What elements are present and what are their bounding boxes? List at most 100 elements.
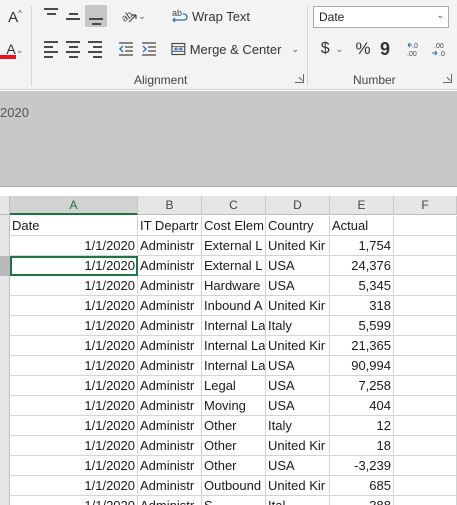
cell-actual[interactable]: 388 bbox=[330, 496, 394, 505]
cell-country[interactable]: USA bbox=[266, 356, 330, 376]
wrap-text-button[interactable]: ab Wrap Text bbox=[171, 5, 251, 27]
merge-center-button[interactable]: Merge & Center ⌄ bbox=[171, 38, 299, 60]
cell-it-department[interactable]: Administr bbox=[138, 256, 202, 276]
cell-f[interactable] bbox=[394, 296, 457, 316]
cell-date[interactable]: 1/1/2020 bbox=[10, 296, 138, 316]
cell-f[interactable] bbox=[394, 396, 457, 416]
cell-date[interactable]: 1/1/2020 bbox=[10, 376, 138, 396]
orientation-button[interactable]: ab ⌄ bbox=[116, 5, 150, 27]
worksheet-grid[interactable]: A B C D E F Date IT Departr Cost Elem Co… bbox=[0, 196, 457, 505]
cell-actual[interactable]: 1,754 bbox=[330, 236, 394, 256]
cell-country[interactable]: Italy bbox=[266, 316, 330, 336]
cell-date[interactable]: 1/1/2020 bbox=[10, 456, 138, 476]
cell-it-department[interactable]: Administr bbox=[138, 376, 202, 396]
cell-it-department[interactable]: Administr bbox=[138, 356, 202, 376]
row-header[interactable] bbox=[0, 296, 10, 316]
cell-actual[interactable]: 685 bbox=[330, 476, 394, 496]
cell-date[interactable]: 1/1/2020 bbox=[10, 356, 138, 376]
select-all-corner[interactable] bbox=[0, 196, 10, 215]
number-dialog-launcher-icon[interactable] bbox=[443, 74, 452, 83]
font-color-button[interactable]: A ⌄ bbox=[0, 38, 24, 60]
cell-date[interactable]: 1/1/2020 bbox=[10, 256, 138, 276]
cell-f[interactable] bbox=[394, 256, 457, 276]
row-header[interactable] bbox=[0, 356, 10, 376]
header-cell-date[interactable]: Date bbox=[10, 216, 138, 236]
cell-date[interactable]: 1/1/2020 bbox=[10, 436, 138, 456]
cell-it-department[interactable]: Administr bbox=[138, 336, 202, 356]
row-header[interactable] bbox=[0, 276, 10, 296]
cell-it-department[interactable]: Administr bbox=[138, 276, 202, 296]
cell-f[interactable] bbox=[394, 376, 457, 396]
cell-it-department[interactable]: Administr bbox=[138, 316, 202, 336]
cell-actual[interactable]: 318 bbox=[330, 296, 394, 316]
row-header[interactable] bbox=[0, 376, 10, 396]
row-header[interactable] bbox=[0, 456, 10, 476]
cell-it-department[interactable]: Administr bbox=[138, 416, 202, 436]
increase-indent-button[interactable] bbox=[139, 38, 159, 60]
cell-cost-element[interactable]: Outbound bbox=[202, 476, 266, 496]
cell-cost-element[interactable]: Other bbox=[202, 436, 266, 456]
cell-cost-element[interactable]: External L bbox=[202, 236, 266, 256]
cell-f[interactable] bbox=[394, 336, 457, 356]
row-header[interactable] bbox=[0, 476, 10, 496]
top-align-button[interactable] bbox=[41, 5, 61, 27]
cell-f[interactable] bbox=[394, 316, 457, 336]
cell-cost-element[interactable]: Inbound A bbox=[202, 296, 266, 316]
decrease-decimal-button[interactable]: .00 .0 bbox=[429, 38, 451, 60]
cell-date[interactable]: 1/1/2020 bbox=[10, 496, 138, 505]
cell-cost-element[interactable]: External L bbox=[202, 256, 266, 276]
cell-date[interactable]: 1/1/2020 bbox=[10, 236, 138, 256]
number-format-dropdown[interactable]: Date ⌄ bbox=[313, 6, 449, 28]
header-cell-it-department[interactable]: IT Departr bbox=[138, 216, 202, 236]
cell-country[interactable]: USA bbox=[266, 276, 330, 296]
cell-actual[interactable]: 5,599 bbox=[330, 316, 394, 336]
cell-f[interactable] bbox=[394, 356, 457, 376]
cell-cost-element[interactable]: Internal La bbox=[202, 316, 266, 336]
cell-it-department[interactable]: Administr bbox=[138, 436, 202, 456]
cell-it-department[interactable]: Administr bbox=[138, 476, 202, 496]
grow-font-button[interactable]: A ^ bbox=[4, 6, 26, 28]
cell-cost-element[interactable]: Hardware bbox=[202, 276, 266, 296]
cell-country[interactable]: United Kir bbox=[266, 476, 330, 496]
accounting-format-button[interactable]: $ ⌄ bbox=[314, 38, 350, 60]
alignment-dialog-launcher-icon[interactable] bbox=[295, 74, 304, 83]
cell-cost-element[interactable]: Moving bbox=[202, 396, 266, 416]
cell-date[interactable]: 1/1/2020 bbox=[10, 276, 138, 296]
cell-cost-element[interactable]: Internal La bbox=[202, 356, 266, 376]
cell-cost-element[interactable]: Other bbox=[202, 456, 266, 476]
increase-decimal-button[interactable]: .0 .00 bbox=[405, 38, 427, 60]
cell-actual[interactable]: 404 bbox=[330, 396, 394, 416]
cell-actual[interactable]: 12 bbox=[330, 416, 394, 436]
cell-country[interactable]: USA bbox=[266, 376, 330, 396]
cell-date[interactable]: 1/1/2020 bbox=[10, 396, 138, 416]
column-header-a[interactable]: A bbox=[10, 196, 138, 215]
align-right-button[interactable] bbox=[85, 38, 105, 60]
cell-cost-element[interactable]: Internal La bbox=[202, 336, 266, 356]
cell-actual[interactable]: 7,258 bbox=[330, 376, 394, 396]
column-header-c[interactable]: C bbox=[202, 196, 266, 215]
cell-country[interactable]: United Kir bbox=[266, 336, 330, 356]
cell-country[interactable]: United Kir bbox=[266, 436, 330, 456]
cell-country[interactable]: Italy bbox=[266, 416, 330, 436]
cell-country[interactable]: United Kir bbox=[266, 296, 330, 316]
cell-country[interactable]: United Kir bbox=[266, 236, 330, 256]
row-header[interactable] bbox=[0, 336, 10, 356]
cell-f[interactable] bbox=[394, 456, 457, 476]
cell-f[interactable] bbox=[394, 236, 457, 256]
row-header[interactable] bbox=[0, 236, 10, 256]
row-header[interactable] bbox=[0, 316, 10, 336]
cell-it-department[interactable]: Administr bbox=[138, 456, 202, 476]
cell-date[interactable]: 1/1/2020 bbox=[10, 336, 138, 356]
column-header-e[interactable]: E bbox=[330, 196, 394, 215]
header-cell-cost-element[interactable]: Cost Elem bbox=[202, 216, 266, 236]
header-cell-country[interactable]: Country bbox=[266, 216, 330, 236]
cell-it-department[interactable]: Administr bbox=[138, 396, 202, 416]
align-center-button[interactable] bbox=[63, 38, 83, 60]
align-left-button[interactable] bbox=[41, 38, 61, 60]
cell-actual[interactable]: -3,239 bbox=[330, 456, 394, 476]
cell-cost-element[interactable]: S... bbox=[202, 496, 266, 505]
column-header-f[interactable]: F bbox=[394, 196, 457, 215]
cell-f[interactable] bbox=[394, 476, 457, 496]
header-cell-f[interactable] bbox=[394, 216, 457, 236]
formula-bar[interactable]: 2020 bbox=[0, 91, 457, 187]
